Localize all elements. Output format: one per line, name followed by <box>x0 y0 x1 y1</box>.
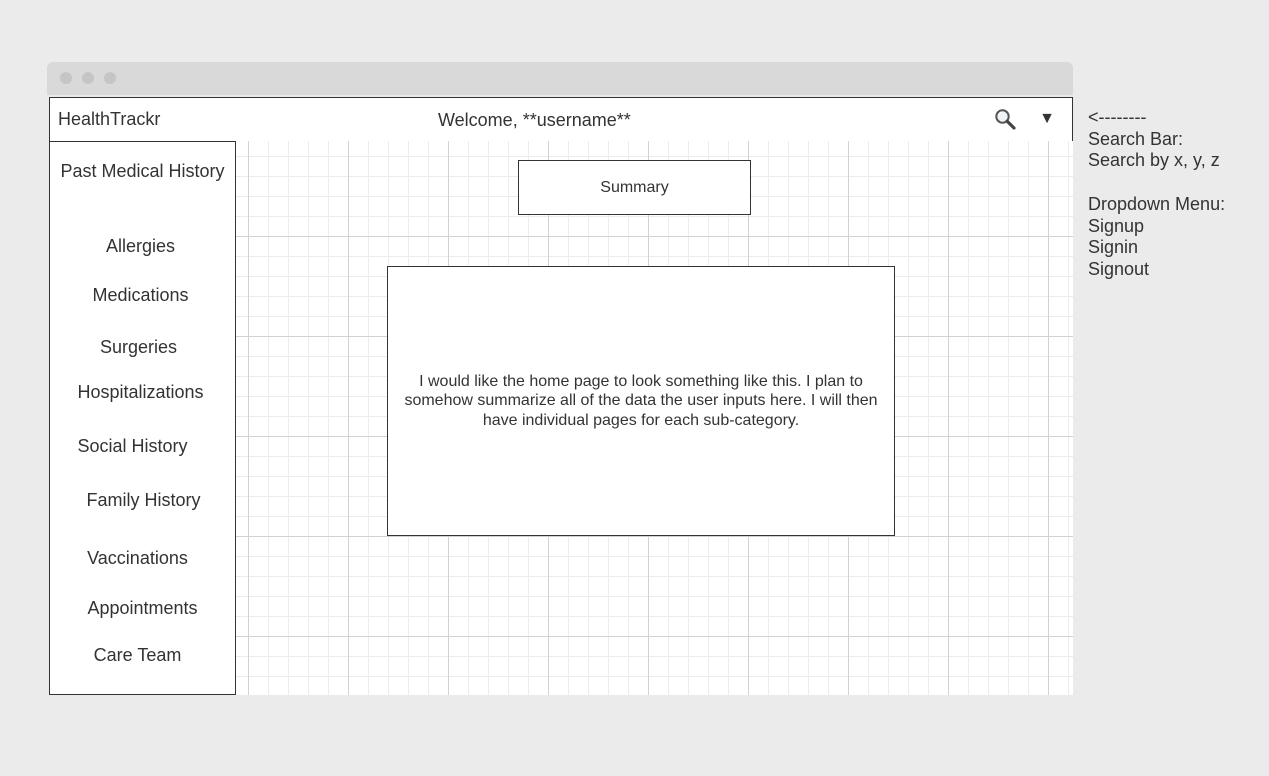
sidebar-item-allergies[interactable]: Allergies <box>50 235 231 257</box>
search-icon <box>995 109 1016 130</box>
browser-window: HealthTrackr Welcome, **username** ▼ Pas… <box>47 62 1073 695</box>
note-search-desc: Search by x, y, z <box>1088 150 1220 171</box>
app-header: HealthTrackr Welcome, **username** ▼ <box>49 97 1073 142</box>
note-dropdown-item: Signup <box>1088 215 1145 236</box>
sidebar-item-past-medical-history[interactable]: Past Medical History <box>50 160 235 182</box>
annotation-notes: <-------- Search Bar: Search by x, y, z … <box>1088 107 1266 281</box>
note-dropdown-title: Dropdown Menu: <box>1088 193 1226 214</box>
summary-description: I would like the home page to look somet… <box>404 372 878 429</box>
sidebar-item-care-team[interactable]: Care Team <box>50 644 225 666</box>
note-search-title: Search Bar: <box>1088 128 1184 149</box>
window-titlebar <box>47 62 1073 95</box>
sidebar-item-hospitalizations[interactable]: Hospitalizations <box>50 381 231 403</box>
main-content: Past Medical History Allergies Medicatio… <box>49 141 1073 695</box>
sidebar-item-vaccinations[interactable]: Vaccinations <box>50 547 225 569</box>
sidebar-item-surgeries[interactable]: Surgeries <box>50 336 227 358</box>
sidebar-item-family-history[interactable]: Family History <box>50 489 237 511</box>
sidebar-item-medications[interactable]: Medications <box>50 284 231 306</box>
summary-button[interactable]: Summary <box>518 160 751 215</box>
dropdown-triangle-icon: ▼ <box>1039 110 1055 127</box>
note-dropdown-item: Signin <box>1088 237 1139 258</box>
note-arrow: <-------- <box>1088 107 1147 127</box>
note-dropdown-item: Signout <box>1088 258 1150 279</box>
note-spacer <box>1088 172 1266 194</box>
welcome-message: Welcome, **username** <box>438 110 631 130</box>
window-close-dot[interactable] <box>60 72 72 84</box>
search-button[interactable] <box>990 104 1020 134</box>
dropdown-menu-button[interactable]: ▼ <box>1035 106 1059 132</box>
sidebar-item-appointments[interactable]: Appointments <box>50 597 235 619</box>
summary-panel: I would like the home page to look somet… <box>387 266 895 536</box>
sidebar-item-social-history[interactable]: Social History <box>50 435 215 457</box>
sidebar: Past Medical History Allergies Medicatio… <box>49 141 236 695</box>
window-minimize-dot[interactable] <box>82 72 94 84</box>
window-maximize-dot[interactable] <box>104 72 116 84</box>
summary-label: Summary <box>600 178 669 196</box>
app-name[interactable]: HealthTrackr <box>58 109 160 130</box>
